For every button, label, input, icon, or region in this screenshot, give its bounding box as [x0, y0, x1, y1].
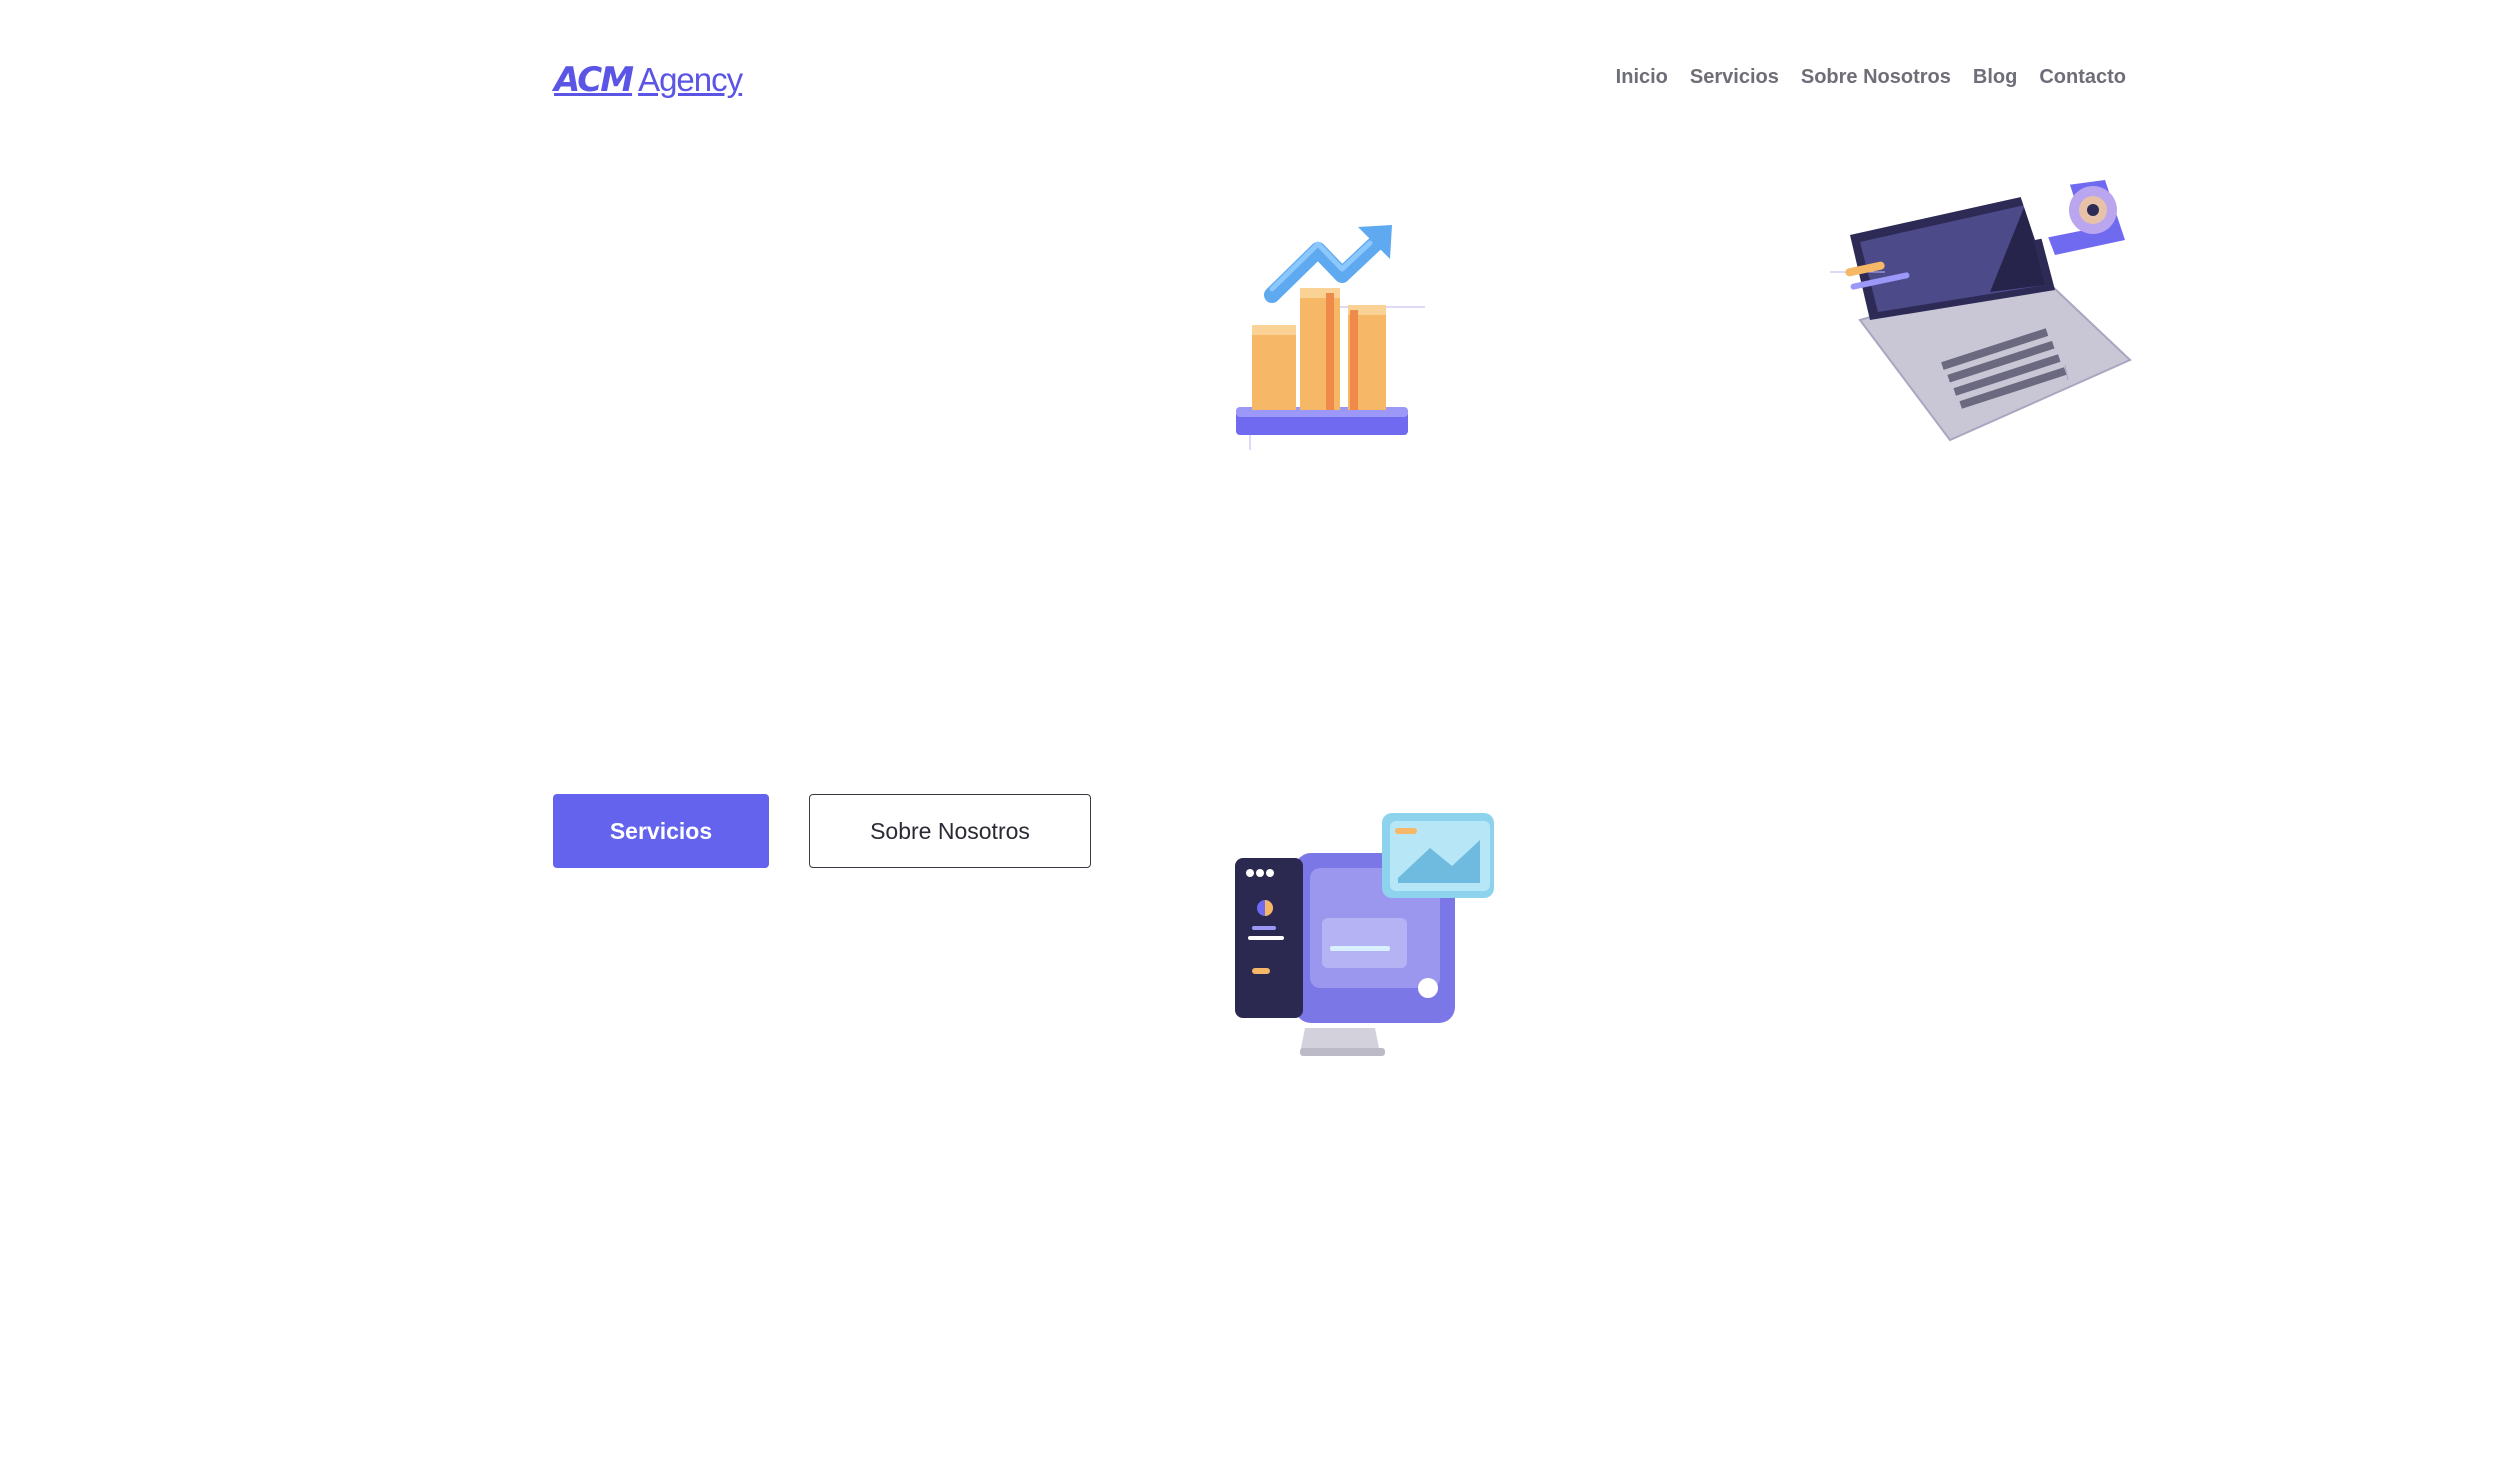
- laptop-illustration: [1830, 170, 2132, 442]
- logo-link[interactable]: ACM Agency: [554, 60, 743, 100]
- servicios-button[interactable]: Servicios: [553, 794, 769, 868]
- nav-link-contacto[interactable]: Contacto: [2039, 66, 2126, 89]
- nav-link-sobre-nosotros[interactable]: Sobre Nosotros: [1801, 66, 1951, 89]
- sobre-nosotros-button[interactable]: Sobre Nosotros: [809, 794, 1091, 868]
- logo-word: Agency: [638, 61, 743, 98]
- growth-chart-illustration: [1236, 225, 1425, 450]
- logo-mark: ACM: [554, 60, 634, 100]
- nav-link-servicios[interactable]: Servicios: [1690, 66, 1779, 89]
- nav-link-blog[interactable]: Blog: [1973, 66, 2017, 89]
- nav-link-inicio[interactable]: Inicio: [1616, 66, 1668, 89]
- monitor-illustration: [1235, 813, 1494, 1056]
- main-nav: Inicio Servicios Sobre Nosotros Blog Con…: [1616, 66, 2126, 89]
